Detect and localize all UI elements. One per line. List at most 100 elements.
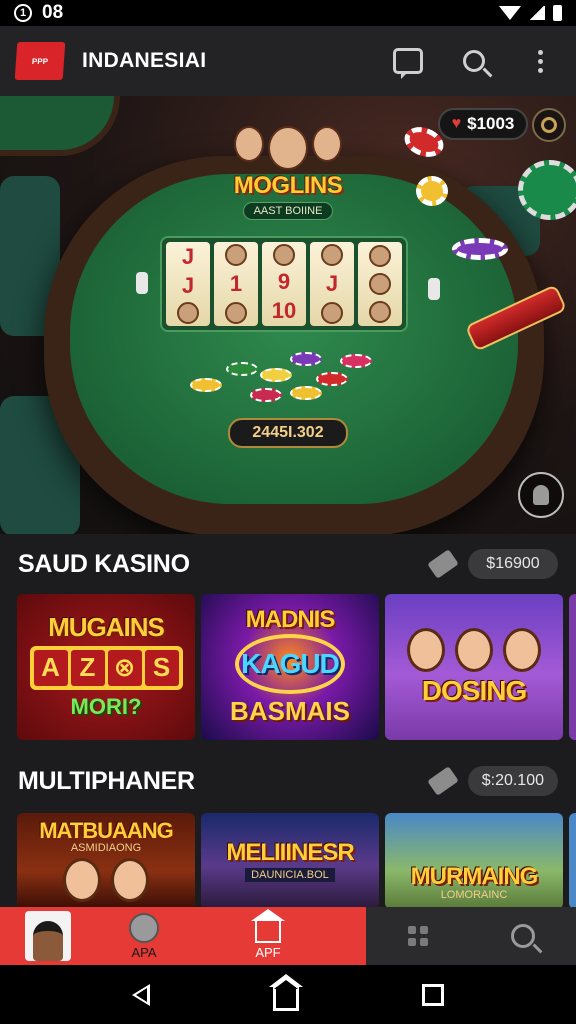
app-title: INDANESIAI xyxy=(82,49,207,72)
bottom-nav: APA APF xyxy=(0,907,576,965)
game-card-peek[interactable] xyxy=(569,594,576,740)
chip-icon xyxy=(452,238,508,260)
chip-icon xyxy=(290,352,322,366)
nav-label: APF xyxy=(255,944,281,960)
more-button[interactable] xyxy=(520,41,560,81)
game-card-title: MATBUAANG xyxy=(39,818,174,843)
slot-reel-strip: A Z ⊗ S xyxy=(29,645,183,690)
game-card-title: MURMAING xyxy=(410,862,539,890)
game-card[interactable]: MUGAINS A Z ⊗ S MORI? xyxy=(17,594,195,740)
profile-button[interactable] xyxy=(518,472,564,518)
ticket-icon xyxy=(426,766,459,796)
home-icon xyxy=(251,908,285,943)
nav-item-grid[interactable] xyxy=(407,926,428,946)
chip-menu-button[interactable] xyxy=(532,108,566,142)
nav-item-apf[interactable]: APF xyxy=(251,908,285,960)
symbol-icon xyxy=(321,244,343,267)
status-bar: 1 08 xyxy=(0,0,576,26)
signal-icon xyxy=(529,6,545,20)
chip-icon xyxy=(290,386,322,400)
character-face xyxy=(407,628,445,673)
chip-icon xyxy=(541,117,557,133)
status-time: 08 xyxy=(42,2,64,23)
system-nav-bar xyxy=(0,965,576,1024)
chip-icon xyxy=(518,160,576,220)
alarm-icon: 1 xyxy=(14,4,32,22)
game-card-title: MUGAINS xyxy=(48,612,165,643)
table-edge xyxy=(0,96,120,156)
game-card-title: MELIIINESR xyxy=(226,838,354,866)
more-icon xyxy=(537,49,543,73)
wifi-icon xyxy=(499,6,521,20)
reel-symbol: 10 xyxy=(271,298,297,324)
character-face xyxy=(312,126,342,162)
game-card-subtitle: DAUNICIA.BOL xyxy=(245,868,335,883)
character-face xyxy=(268,126,308,170)
reel-symbol: 9 xyxy=(277,268,291,294)
section-header: SAUD KASINO $16900 xyxy=(0,534,576,594)
nav-item-search[interactable] xyxy=(510,924,535,948)
balance-amount: $1003 xyxy=(467,114,515,133)
game-card[interactable]: MATBUAANG ASMIDIAONG xyxy=(17,813,195,909)
user-icon xyxy=(533,485,549,505)
character-face xyxy=(234,126,264,162)
reel-symbol: A xyxy=(33,649,68,686)
home-icon[interactable] xyxy=(268,973,303,1011)
game-card-title: MADNIS xyxy=(245,605,336,633)
game-card-title: DOSING xyxy=(421,675,527,707)
section-title: SAUD KASINO xyxy=(18,549,190,578)
character-group xyxy=(407,628,541,673)
character-face xyxy=(63,858,101,903)
chip-pile xyxy=(190,348,372,408)
chat-button[interactable] xyxy=(388,41,428,81)
hero-banner[interactable]: MOGLINS AAST BOIINE JJ 1 9 10 J 2445I.302… xyxy=(0,96,576,534)
game-row: MUGAINS A Z ⊗ S MORI? MADNIS KAGUD BASMA… xyxy=(17,594,576,740)
game-row: MATBUAANG ASMIDIAONG MELIIINESR DAUNICIA… xyxy=(17,813,576,909)
app-bar: PPP INDANESIAI xyxy=(0,26,576,96)
grid-icon xyxy=(407,926,428,946)
game-card[interactable]: MURMAING LOMORAINC xyxy=(385,813,563,909)
slot-reels: JJ 1 9 10 J xyxy=(160,236,408,332)
game-card-subtitle: BASMAIS xyxy=(230,696,350,727)
slot-reel: JJ xyxy=(166,242,210,326)
slot-reel: 1 xyxy=(214,242,258,326)
game-card[interactable]: MELIIINESR DAUNICIA.BOL xyxy=(201,813,379,909)
symbol-icon xyxy=(369,273,391,295)
character-face xyxy=(503,628,541,673)
game-tagline: AAST BOIINE xyxy=(242,202,334,220)
game-card[interactable]: MADNIS KAGUD BASMAIS xyxy=(201,594,379,740)
reel-symbol: J xyxy=(181,243,195,269)
game-card-center: KAGUD xyxy=(241,648,340,680)
section-header: MULTIPHANER $:20.100 xyxy=(0,751,576,811)
chip-stack-side xyxy=(428,278,440,300)
chip-icon xyxy=(316,372,348,386)
section-badge[interactable]: $16900 xyxy=(468,549,558,579)
app-logo[interactable]: PPP xyxy=(14,42,66,80)
nav-item-apa[interactable]: APA xyxy=(129,912,159,960)
chip-icon xyxy=(260,368,292,382)
game-card[interactable]: DOSING xyxy=(385,594,563,740)
ticket-icon xyxy=(427,549,459,579)
recent-apps-icon[interactable] xyxy=(422,983,445,1006)
game-card-peek[interactable] xyxy=(569,813,576,909)
circle-icon xyxy=(129,912,159,943)
symbol-icon xyxy=(225,244,247,267)
bottom-nav-active-group: APA APF xyxy=(0,907,366,965)
search-button[interactable] xyxy=(454,41,494,81)
symbol-icon xyxy=(225,301,247,324)
symbol-icon xyxy=(369,245,391,267)
pot-amount: 2445I.302 xyxy=(228,418,348,448)
reel-symbol: 1 xyxy=(229,270,243,296)
section-badge[interactable]: $:20.100 xyxy=(467,766,558,796)
game-brand-block: MOGLINS AAST BOIINE xyxy=(228,126,348,220)
slot-reel: J xyxy=(310,242,354,326)
back-icon[interactable] xyxy=(131,983,150,1006)
reel-symbol: ⊗ xyxy=(107,649,142,686)
profile-avatar[interactable] xyxy=(25,911,71,961)
balance-badge[interactable]: ♥ $1003 xyxy=(438,108,528,140)
reel-symbol: J xyxy=(325,270,339,296)
chip-icon xyxy=(226,362,258,376)
chip-icon xyxy=(416,176,448,206)
reel-symbol: S xyxy=(144,649,179,686)
chat-icon xyxy=(393,48,423,79)
